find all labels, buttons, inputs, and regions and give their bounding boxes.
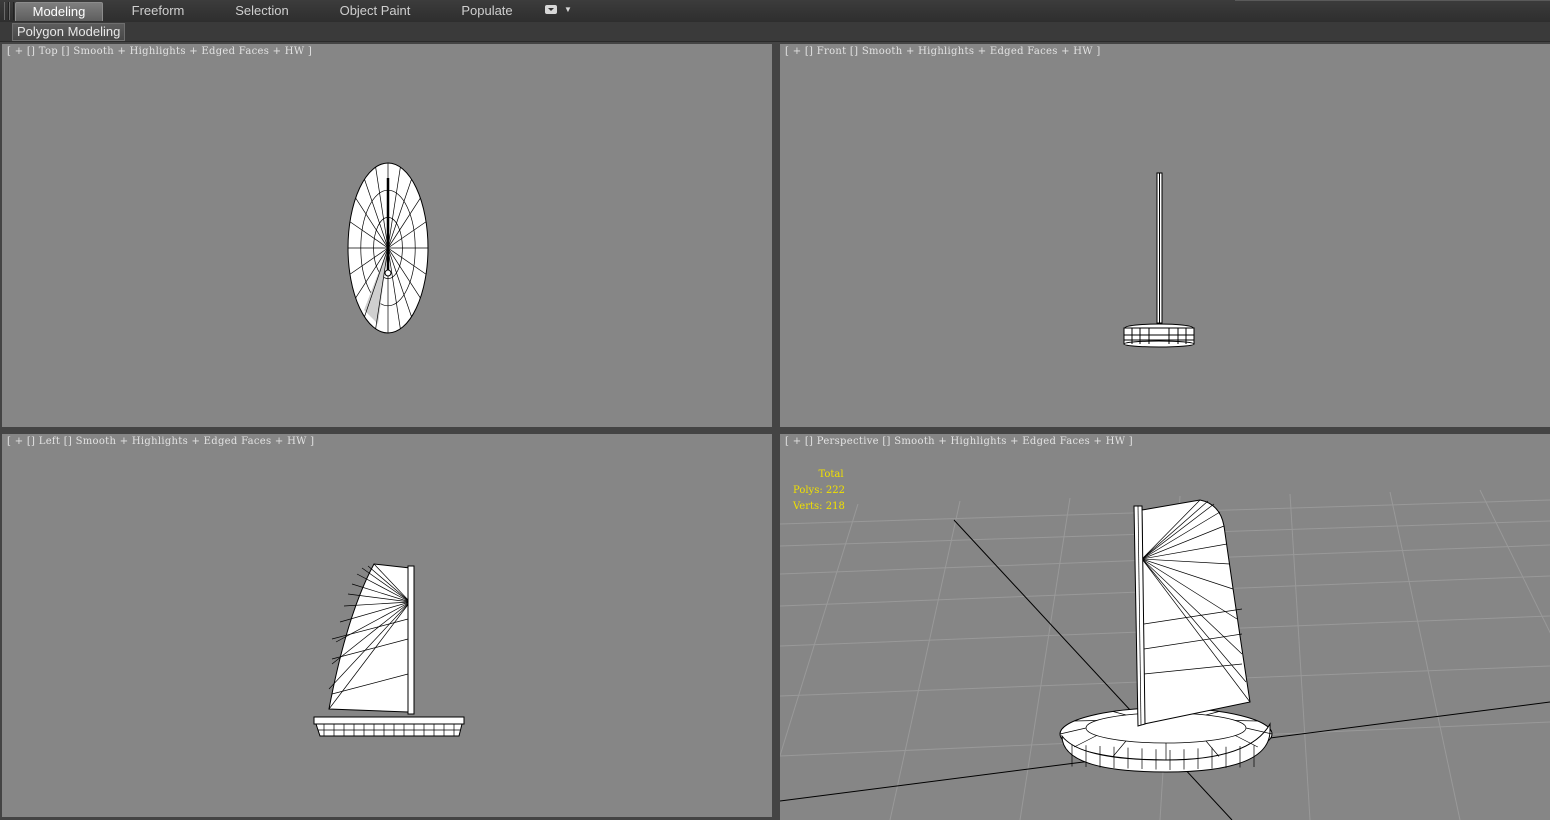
viewport-top[interactable]: [ + [] Top [] Smooth + Highlights + Edge… bbox=[2, 44, 772, 427]
dropdown-box-icon bbox=[548, 8, 554, 11]
polygon-modeling-panel-button[interactable]: Polygon Modeling bbox=[12, 23, 126, 41]
tab-modeling[interactable]: Modeling bbox=[15, 2, 103, 21]
ribbon-panel-bar: Polygon Modeling bbox=[0, 22, 1550, 42]
divider bbox=[1235, 0, 1550, 1]
boat-front-view[interactable] bbox=[780, 44, 1550, 427]
tab-freeform[interactable]: Freeform bbox=[120, 2, 196, 20]
viewport-left[interactable]: [ + [] Left [] Smooth + Highlights + Edg… bbox=[2, 434, 772, 817]
stats-polys: Polys: 222 bbox=[793, 485, 845, 496]
ribbon-options-icon[interactable] bbox=[545, 5, 557, 14]
tab-object-paint[interactable]: Object Paint bbox=[332, 2, 418, 20]
viewport-perspective[interactable]: [ + [] Perspective [] Smooth + Highlight… bbox=[780, 434, 1550, 820]
viewport-front[interactable]: [ + [] Front [] Smooth + Highlights + Ed… bbox=[780, 44, 1550, 427]
boat-left-view[interactable] bbox=[2, 434, 772, 817]
scene-statistics: Total Polys: 222 Verts: 218 bbox=[793, 467, 845, 515]
ribbon-tab-bar: Modeling Freeform Selection Object Paint… bbox=[0, 0, 1550, 23]
boat-perspective-view[interactable] bbox=[780, 434, 1550, 820]
boat-top-view[interactable] bbox=[2, 44, 772, 427]
stats-header: Total bbox=[818, 469, 844, 480]
stats-verts: Verts: 218 bbox=[793, 501, 845, 512]
tab-selection[interactable]: Selection bbox=[226, 2, 298, 20]
toolbar-grip[interactable] bbox=[9, 2, 14, 20]
chevron-down-icon[interactable]: ▼ bbox=[564, 5, 572, 15]
tab-populate[interactable]: Populate bbox=[452, 2, 522, 20]
